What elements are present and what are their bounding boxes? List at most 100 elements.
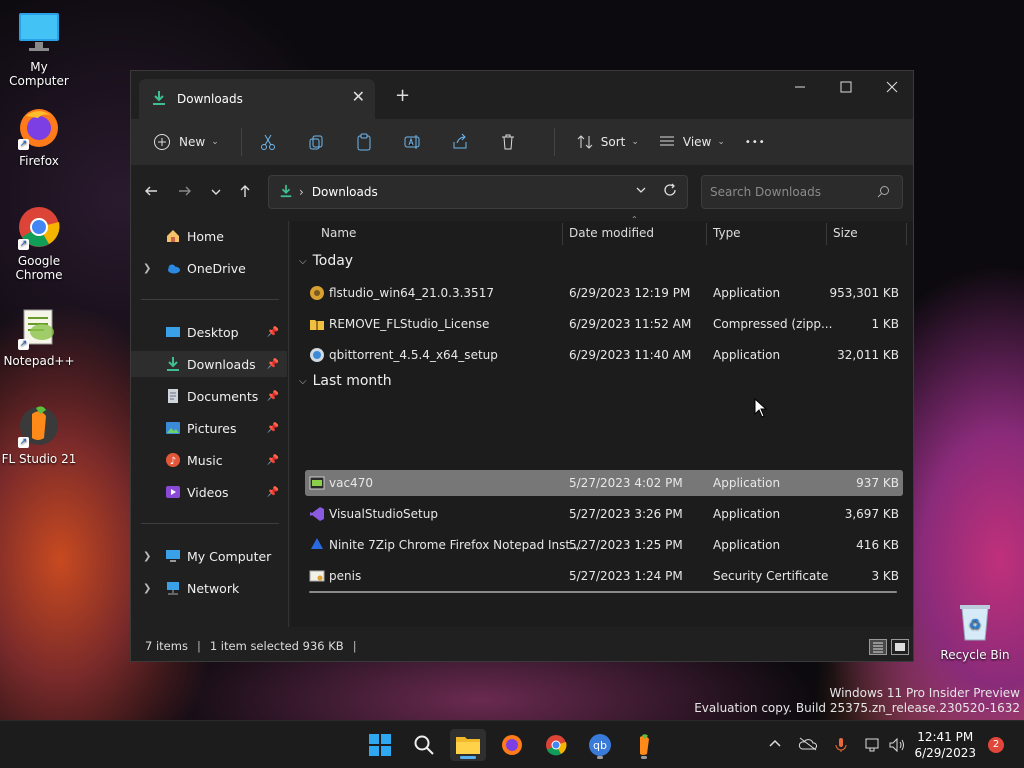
breadcrumb-downloads[interactable]: Downloads [312, 185, 378, 199]
taskbar-file-explorer[interactable] [450, 729, 486, 761]
forward-button[interactable] [173, 183, 197, 202]
column-divider[interactable] [562, 223, 563, 245]
taskbar: qb 12:41 PM 6/29/2023 2 [0, 720, 1024, 768]
download-icon [165, 356, 181, 372]
file-date: 5/27/2023 1:24 PM [569, 569, 683, 583]
taskbar-qbittorrent[interactable]: qb [582, 729, 618, 761]
sidebar-item-home[interactable]: Home [131, 223, 287, 249]
new-button[interactable]: New ⌄ [143, 126, 229, 158]
rename-button[interactable] [398, 128, 426, 156]
search-input[interactable]: Search Downloads [701, 175, 903, 209]
sidebar-item-downloads[interactable]: Downloads 📌 [131, 351, 287, 377]
firefox-icon [502, 735, 522, 755]
desktop-icon-chrome[interactable]: ↗ Google Chrome [1, 204, 77, 282]
close-tab-button[interactable]: ✕ [352, 87, 365, 106]
toolbar-divider [553, 128, 555, 156]
file-row[interactable]: qbittorrent_4.5.4_x64_setup 6/29/2023 11… [305, 342, 903, 368]
folder-icon [456, 737, 480, 754]
chevron-down-icon: ⌄ [631, 137, 639, 147]
desktop-icon-notepadpp[interactable]: ↗ Notepad++ [1, 304, 77, 368]
file-row[interactable]: VisualStudioSetup 5/27/2023 3:26 PM Appl… [305, 501, 903, 527]
view-button[interactable]: View ⌄ [649, 126, 735, 158]
taskbar-firefox[interactable] [494, 729, 530, 761]
cut-button[interactable] [254, 128, 282, 156]
recent-locations-button[interactable] [204, 183, 228, 202]
new-tab-button[interactable]: + [395, 85, 410, 106]
maximize-button[interactable] [823, 71, 869, 103]
sidebar-item-network[interactable]: ❯ Network [131, 575, 287, 601]
horizontal-scrollbar[interactable] [309, 591, 897, 593]
start-button[interactable] [362, 729, 398, 761]
sidebar-item-label: Home [187, 228, 224, 244]
back-button[interactable] [139, 183, 163, 202]
address-bar[interactable]: › Downloads [268, 175, 688, 209]
column-header-date[interactable]: Date modified [569, 221, 654, 245]
file-name: vac470 [329, 476, 373, 490]
file-type: Application [713, 507, 781, 521]
desktop-icon-firefox[interactable]: ↗ Firefox [1, 104, 77, 168]
minimize-button[interactable] [777, 71, 823, 103]
sidebar-item-music[interactable]: ♪ Music 📌 [131, 447, 287, 473]
chevron-right-icon[interactable]: ❯ [143, 583, 151, 594]
chevron-right-icon[interactable]: ❯ [143, 551, 151, 562]
desktop-icon-label: FL Studio 21 [1, 452, 77, 466]
tab-downloads[interactable]: Downloads ✕ [139, 79, 375, 119]
refresh-button[interactable] [663, 183, 677, 200]
group-header-last-month[interactable]: ⌵ Last month [299, 373, 392, 389]
notification-badge[interactable]: 2 [988, 737, 1004, 753]
close-window-button[interactable] [869, 71, 915, 103]
download-icon [279, 184, 293, 201]
tiles-view-button[interactable] [891, 639, 909, 655]
network-tray-button[interactable] [864, 737, 882, 757]
arrow-right-icon [179, 186, 191, 196]
file-row[interactable]: Ninite 7Zip Chrome Firefox Notepad Inst.… [305, 532, 903, 558]
search-icon [414, 735, 434, 755]
taskbar-flstudio[interactable] [626, 729, 662, 761]
share-button[interactable] [446, 128, 474, 156]
group-header-today[interactable]: ⌵ Today [299, 253, 353, 269]
delete-button[interactable] [494, 128, 522, 156]
address-history-button[interactable] [635, 184, 647, 199]
up-button[interactable] [233, 183, 257, 202]
file-row[interactable]: REMOVE_FLStudio_License 6/29/2023 11:52 … [305, 311, 903, 337]
shortcut-arrow-icon: ↗ [18, 239, 29, 250]
file-row[interactable]: penis 5/27/2023 1:24 PM Security Certifi… [305, 563, 903, 589]
sidebar-item-documents[interactable]: Documents 📌 [131, 383, 287, 409]
onedrive-tray-button[interactable] [798, 737, 818, 755]
sidebar-item-my-computer[interactable]: ❯ My Computer [131, 543, 287, 569]
file-row[interactable]: vac470 5/27/2023 4:02 PM Application 937… [305, 470, 903, 496]
search-button[interactable] [406, 729, 442, 761]
column-header-type[interactable]: Type [713, 221, 741, 245]
column-divider[interactable] [706, 223, 707, 245]
column-divider[interactable] [906, 223, 907, 245]
file-date: 6/29/2023 11:52 AM [569, 317, 692, 331]
desktop-icon-recycle-bin[interactable]: ♻ Recycle Bin [937, 598, 1013, 662]
taskbar-chrome[interactable] [538, 729, 574, 761]
sort-button[interactable]: Sort ⌄ [567, 126, 649, 158]
column-header-name[interactable]: Name [321, 221, 356, 245]
desktop-icon-flstudio[interactable]: ↗ FL Studio 21 [1, 402, 77, 466]
sidebar-item-label: Videos [187, 484, 229, 500]
see-more-button[interactable]: ••• [735, 126, 776, 158]
sidebar-item-onedrive[interactable]: ❯ OneDrive [131, 255, 287, 281]
sidebar-item-videos[interactable]: Videos 📌 [131, 479, 287, 505]
chevron-right-icon[interactable]: ❯ [143, 263, 151, 274]
microphone-tray-button[interactable] [834, 737, 848, 757]
file-name: Ninite 7Zip Chrome Firefox Notepad Inst.… [329, 538, 582, 552]
file-row[interactable]: flstudio_win64_21.0.3.3517 6/29/2023 12:… [305, 280, 903, 306]
file-explorer-window: Downloads ✕ + New ⌄ Sort ⌄ View ⌄ ••• › … [130, 70, 914, 662]
column-divider[interactable] [826, 223, 827, 245]
paste-button[interactable] [350, 128, 378, 156]
clock[interactable]: 12:41 PM 6/29/2023 [914, 729, 976, 761]
column-header-size[interactable]: Size [833, 221, 858, 245]
sidebar-item-desktop[interactable]: Desktop 📌 [131, 319, 287, 345]
volume-tray-button[interactable] [888, 737, 906, 757]
flstudio-icon: ↗ [16, 402, 62, 448]
details-view-button[interactable] [869, 639, 887, 655]
monitor-icon [165, 548, 181, 564]
application-icon [309, 475, 325, 491]
desktop-icon-my-computer[interactable]: My Computer [1, 10, 77, 88]
copy-button[interactable] [302, 128, 330, 156]
sidebar-item-pictures[interactable]: Pictures 📌 [131, 415, 287, 441]
show-hidden-icons-button[interactable] [768, 737, 782, 755]
